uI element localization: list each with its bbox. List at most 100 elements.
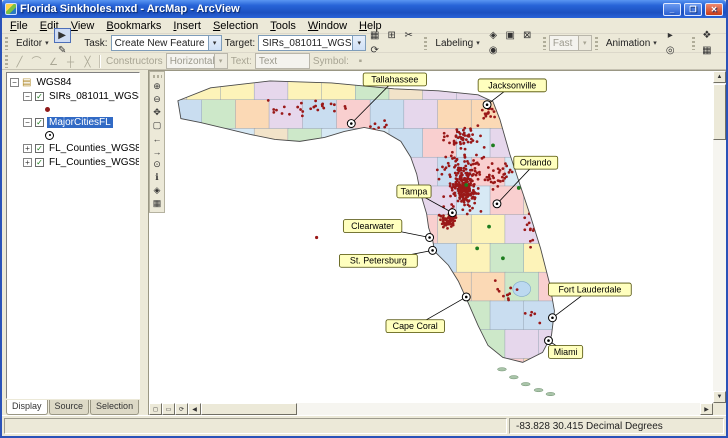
scroll-track[interactable] xyxy=(297,403,700,415)
labeling-menu-button[interactable]: Labeling ▾ xyxy=(430,35,484,51)
callout-orlando[interactable]: Orlando xyxy=(514,156,558,169)
label-priority-icon[interactable]: ▣ xyxy=(502,28,519,43)
svg-text:Jacksonville: Jacksonville xyxy=(488,80,536,90)
fast-combobox[interactable]: Fast ▾ xyxy=(549,35,592,51)
callout-jacksonville[interactable]: Jacksonville xyxy=(478,79,546,92)
sketch-properties-icon[interactable]: ⊞ xyxy=(383,28,400,43)
combo-drop-button[interactable]: ▾ xyxy=(214,54,227,68)
menu-file[interactable]: File xyxy=(4,19,34,33)
layer-checkbox[interactable]: ✓ xyxy=(35,158,44,167)
edit-arrow-icon[interactable]: ▶ xyxy=(54,28,71,43)
layer-label[interactable]: SIRs_081011_WGS84 xyxy=(47,91,140,102)
scroll-left-button[interactable]: ◀ xyxy=(188,403,201,415)
horizontal-combobox[interactable]: Horizontal ▾ xyxy=(166,53,228,69)
layer-checkbox[interactable]: ✓ xyxy=(35,118,44,127)
symbol-button[interactable]: ▪ xyxy=(352,54,369,69)
maximize-button[interactable]: ❐ xyxy=(684,3,702,16)
toolbar-grip[interactable] xyxy=(424,37,427,50)
menu-window[interactable]: Window xyxy=(302,19,353,33)
toolbar-grip[interactable] xyxy=(153,75,162,78)
animation-controls-icon[interactable]: ▸ xyxy=(662,28,679,43)
point-symbol[interactable] xyxy=(45,107,50,112)
overflow-tools-icon[interactable]: ❖ xyxy=(698,28,715,43)
menu-bookmarks[interactable]: Bookmarks xyxy=(100,19,167,33)
menu-tools[interactable]: Tools xyxy=(264,19,302,33)
task-combobox[interactable]: Create New Feature ▾ xyxy=(111,35,222,51)
combo-drop-button[interactable]: ▾ xyxy=(578,36,591,50)
animation-menu-button[interactable]: Animation ▾ xyxy=(601,35,662,51)
toolbar-grip[interactable] xyxy=(692,37,695,50)
callout-tampa[interactable]: Tampa xyxy=(397,185,431,198)
collapse-icon[interactable]: − xyxy=(23,92,32,101)
layer-label[interactable]: FL_Counties_WGS84 xyxy=(47,143,140,154)
callout-tallahassee[interactable]: Tallahassee xyxy=(363,73,426,86)
tangent-segment-icon[interactable]: ∠ xyxy=(45,55,62,70)
scroll-right-button[interactable]: ▶ xyxy=(700,403,713,415)
horizontal-scrollbar[interactable]: ◻▭⟳ ◀ ▶ xyxy=(149,403,713,415)
map-canvas[interactable]: Tallahassee Jacksonville Orlando Tampa Clear… xyxy=(165,71,713,403)
identify-icon[interactable]: ℹ xyxy=(150,171,164,184)
combo-drop-button[interactable]: ▾ xyxy=(208,36,221,50)
find-icon[interactable]: ◈ xyxy=(150,184,164,197)
refresh-view-icon[interactable]: ⟳ xyxy=(175,403,188,415)
forward-extent-icon[interactable]: → xyxy=(150,145,164,158)
layer-checkbox[interactable]: ✓ xyxy=(35,92,44,101)
horizontal-scroll-thumb[interactable] xyxy=(201,403,297,415)
back-extent-icon[interactable]: ← xyxy=(150,132,164,145)
vertical-scroll-thumb[interactable] xyxy=(713,84,726,140)
map-svg[interactable]: Tallahassee Jacksonville Orlando Tampa Clear… xyxy=(165,71,713,403)
tab-display[interactable]: Display xyxy=(6,400,48,415)
full-extent-icon[interactable]: ▢ xyxy=(150,119,164,132)
toc-tree[interactable]: −▤WGS84−✓SIRs_081011_WGS84−✓MajorCitiesF… xyxy=(6,72,140,399)
tab-selection[interactable]: Selection xyxy=(90,400,139,415)
vertical-scrollbar[interactable]: ▲ ▼ xyxy=(713,71,726,403)
attributes-table-icon[interactable]: ▦ xyxy=(366,28,383,43)
collapse-icon[interactable]: − xyxy=(10,78,19,87)
annotation-text-input[interactable] xyxy=(255,53,310,69)
fast-value: Fast xyxy=(553,38,572,49)
callout-clearwater[interactable]: Clearwater xyxy=(343,220,401,233)
horizontal-value: Horizontal xyxy=(170,56,215,67)
layer-label[interactable]: MajorCitiesFL xyxy=(47,117,113,128)
scroll-down-button[interactable]: ▼ xyxy=(713,391,726,403)
data-frame-label[interactable]: WGS84 xyxy=(34,77,73,88)
title-bar[interactable]: Florida Sinkholes.mxd - ArcMap - ArcView… xyxy=(2,0,726,18)
tab-source[interactable]: Source xyxy=(49,400,90,415)
toolbar-grip[interactable] xyxy=(5,37,8,50)
toolbar-grip[interactable] xyxy=(543,37,546,50)
scroll-up-button[interactable]: ▲ xyxy=(713,71,726,83)
zoom-in-icon[interactable]: ⊕ xyxy=(150,80,164,93)
zoom-out-icon[interactable]: ⊖ xyxy=(150,93,164,106)
measure-icon[interactable]: ▦ xyxy=(150,197,164,210)
collapse-icon[interactable]: − xyxy=(23,118,32,127)
expand-icon[interactable]: + xyxy=(23,144,32,153)
callout-miami[interactable]: Miami xyxy=(549,346,583,359)
close-button[interactable]: ✕ xyxy=(705,3,723,16)
data-view-icon[interactable]: ◻ xyxy=(149,403,162,415)
label-manager-icon[interactable]: ◈ xyxy=(485,28,502,43)
menu-selection[interactable]: Selection xyxy=(207,19,264,33)
toolbar-grip[interactable] xyxy=(595,37,598,50)
intersection-icon[interactable]: ╳ xyxy=(79,55,96,70)
callout-cape-coral[interactable]: Cape Coral xyxy=(386,320,444,333)
midpoint-icon[interactable]: ┼ xyxy=(62,55,79,70)
callout-st-petersburg[interactable]: St. Petersburg xyxy=(339,254,417,267)
editor-menu-button[interactable]: Editor ▾ xyxy=(11,35,54,51)
menu-insert[interactable]: Insert xyxy=(167,19,207,33)
split-tool-icon[interactable]: ✂ xyxy=(400,28,417,43)
callout-fort-lauderdale[interactable]: Fort Lauderdale xyxy=(549,283,632,296)
arc-segment-icon[interactable]: ⌒ xyxy=(28,53,45,68)
minimize-button[interactable]: _ xyxy=(663,3,681,16)
layer-checkbox[interactable]: ✓ xyxy=(35,144,44,153)
target-combobox[interactable]: SIRs_081011_WGS84 ▾ xyxy=(258,35,366,51)
toolbar-grip[interactable] xyxy=(5,55,8,68)
straight-segment-icon[interactable]: ╱ xyxy=(11,55,28,70)
combo-drop-button[interactable]: ▾ xyxy=(352,36,365,50)
layer-label[interactable]: FL_Counties_WGS84 xyxy=(47,157,140,168)
label-weight-icon[interactable]: ⊠ xyxy=(519,28,536,43)
pan-icon[interactable]: ✥ xyxy=(150,106,164,119)
city-symbol[interactable] xyxy=(45,131,54,140)
select-features-icon[interactable]: ⊙ xyxy=(150,158,164,171)
layout-view-icon[interactable]: ▭ xyxy=(162,403,175,415)
expand-icon[interactable]: + xyxy=(23,158,32,167)
